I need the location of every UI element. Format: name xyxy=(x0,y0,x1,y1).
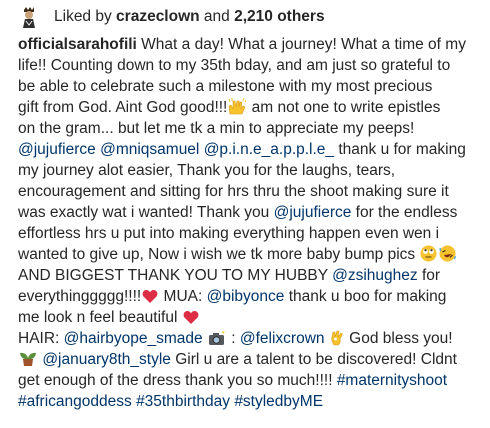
caption-text-segment: : xyxy=(231,330,236,347)
mention-link[interactable]: @jujufierce xyxy=(274,204,352,221)
caption-text-segment: God bless you! xyxy=(344,330,453,347)
caption-line: @jujufierce @mniqsamuel @p.i.n.e_a.p.p.l… xyxy=(18,139,480,160)
caption-text-segment: am not one to write epistles xyxy=(247,99,441,116)
caption-text-segment: me look n feel beautiful xyxy=(18,309,182,326)
caption-line: be able to celebrate such a milestone wi… xyxy=(18,78,433,95)
caption-text: officialsarahofili What a day! What a jo… xyxy=(18,34,480,412)
caption-text-segment: wanted to give up, Now i wish we tk more… xyxy=(18,246,420,263)
caption-line: @january8th_style Girl u are a talent to… xyxy=(18,349,480,370)
liker-avatar-icon[interactable] xyxy=(16,4,42,30)
caption-line: #africangoddess #35thbirthday #styledbyM… xyxy=(18,391,480,412)
likes-joiner: and xyxy=(203,8,230,25)
mention-link[interactable]: @p.i.n.e_a.p.p.l.e_ xyxy=(204,141,334,158)
caption-line: on the gram... but let me tk a min to ap… xyxy=(18,120,415,137)
caption-line: life!! Counting down to my 35th bday, an… xyxy=(18,57,451,74)
hashtag-link[interactable]: #maternityshoot xyxy=(337,372,447,389)
hashtag-link[interactable]: #35thbirthday xyxy=(136,393,230,410)
instagram-post-caption: Liked by crazeclown and 2,210 others off… xyxy=(0,0,490,428)
caption-line: get enough of the dress thank you so muc… xyxy=(18,370,480,391)
caption-line: officialsarahofili What a day! What a jo… xyxy=(18,34,480,55)
caption-username-link[interactable]: officialsarahofili xyxy=(18,36,137,53)
caption-line: wanted to give up, Now i wish we tk more… xyxy=(18,244,480,265)
caption-line: everythinggggg!!!! MUA: @bibyonce thank … xyxy=(18,286,480,307)
mention-link[interactable]: @felixcrown xyxy=(240,330,325,347)
mention-link[interactable]: @mniqsamuel xyxy=(100,141,199,158)
caption-text-segment: MUA: xyxy=(159,288,207,305)
mention-link[interactable]: @zsihughez xyxy=(332,267,418,284)
rofl-emoji-icon xyxy=(439,245,457,268)
caption-text-segment: get enough of the dress thank you so muc… xyxy=(18,372,337,389)
caption-line: was exactly wat i wanted! Thank you @juj… xyxy=(18,202,480,223)
caption-text-segment: for xyxy=(417,267,441,284)
likes-count-link[interactable]: 2,210 others xyxy=(234,8,324,26)
caption-line: gift from God. Aint God good!!! am not o… xyxy=(18,97,480,118)
mention-link[interactable]: @january8th_style xyxy=(42,351,171,368)
caption-text-segment: thank u boo for making xyxy=(284,288,447,305)
caption-text-segment: HAIR: xyxy=(18,330,64,347)
caption-line: me look n feel beautiful xyxy=(18,307,480,328)
caption-text-segment: Girl u are a talent to be discovered! Cl… xyxy=(170,351,457,368)
likes-prefix: Liked by xyxy=(54,8,112,25)
caption-text-segment: was exactly wat i wanted! Thank you xyxy=(18,204,274,221)
hashtag-link[interactable]: #styledbyME xyxy=(234,393,323,410)
caption-text-segment: AND BIGGEST THANK YOU TO MY HUBBY xyxy=(18,267,333,284)
caption-text-segment: gift from God. Aint God good!!! xyxy=(18,99,228,116)
caption-text-segment: thank u for making xyxy=(334,141,466,158)
caption-text-segment: for the endless xyxy=(351,204,458,221)
caption-text-segment: What a day! What a journey! What a time … xyxy=(136,36,466,53)
hashtag-link[interactable]: #africangoddess xyxy=(18,393,132,410)
caption-line: AND BIGGEST THANK YOU TO MY HUBBY @zsihu… xyxy=(18,265,480,286)
likes-row: Liked by crazeclown and 2,210 others xyxy=(16,2,325,32)
caption-line: my journey alot easier, Thank you for th… xyxy=(18,162,396,179)
caption-text-segment: everythinggggg!!!! xyxy=(18,288,142,305)
mention-link[interactable]: @hairbyope_smade xyxy=(64,330,203,347)
caption-line: HAIR: @hairbyope_smade : @felixcrown God… xyxy=(18,328,480,349)
mention-link[interactable]: @bibyonce xyxy=(207,288,285,305)
caption-line: effortless hrs u put into making everyth… xyxy=(18,225,440,242)
mention-link[interactable]: @jujufierce xyxy=(18,141,96,158)
caption-line: encouragement and sitting for hrs thru t… xyxy=(18,183,449,200)
liker-username-link[interactable]: crazeclown xyxy=(116,8,200,26)
